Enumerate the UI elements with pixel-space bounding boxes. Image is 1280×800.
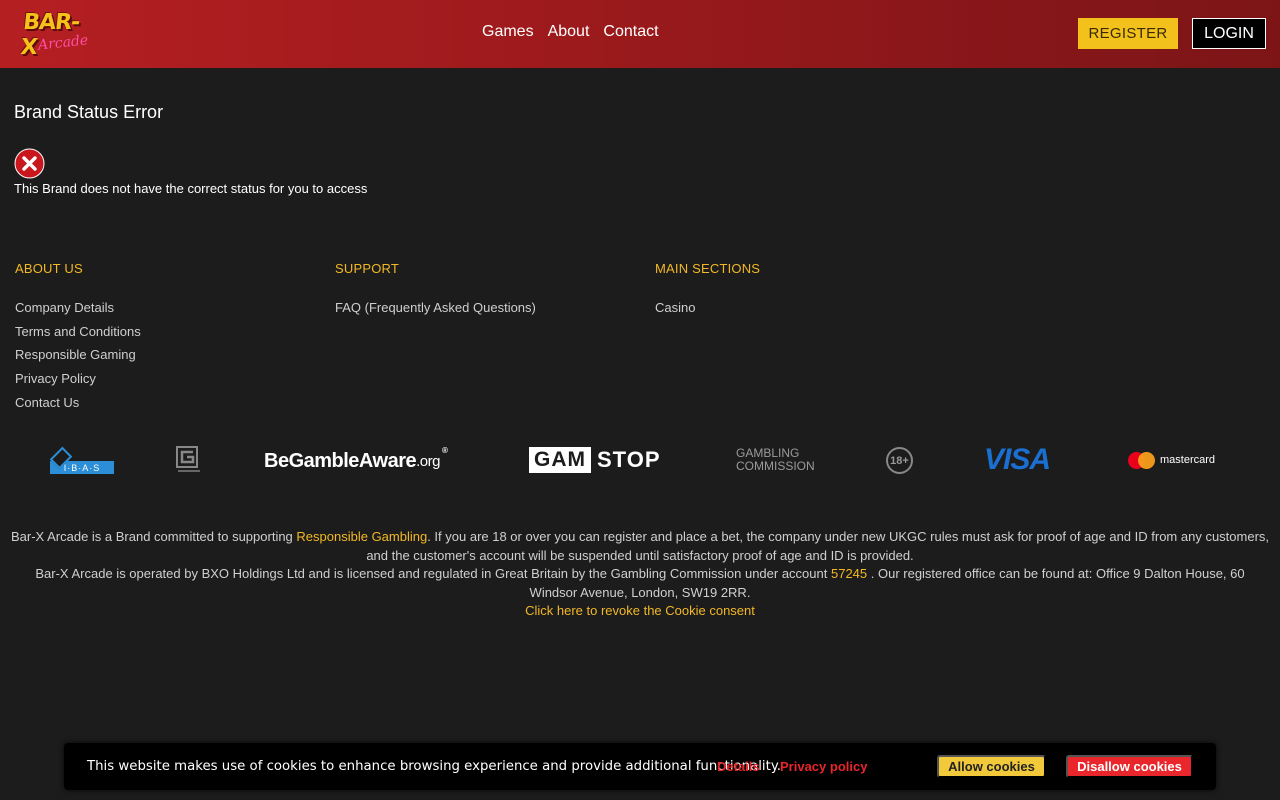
error-x-icon (14, 148, 45, 179)
footer-link-company-details[interactable]: Company Details (15, 299, 141, 323)
disclaimer-text: Bar-X Arcade is operated by BXO Holdings… (35, 566, 831, 581)
disclaimer-paragraph-2: Bar-X Arcade is operated by BXO Holdings… (10, 565, 1270, 602)
mastercard-text: mastercard (1160, 454, 1216, 466)
ibas-logo[interactable]: I·B·A·S (49, 446, 114, 474)
login-button[interactable]: LOGIN (1192, 18, 1266, 49)
nav-about[interactable]: About (548, 23, 590, 41)
footer-link-responsible-gaming[interactable]: Responsible Gaming (15, 346, 141, 370)
bga-main-text: BeGambleAware (264, 449, 417, 472)
footer-column-main-sections: MAIN SECTIONS Casino (655, 261, 760, 323)
legal-disclaimer: Bar-X Arcade is a Brand committed to sup… (10, 528, 1270, 621)
license-account-link[interactable]: 57245 (831, 566, 867, 581)
allow-cookies-button[interactable]: Allow cookies (937, 755, 1046, 778)
bga-org-text: .org (416, 452, 440, 470)
cookie-banner: This website makes use of cookies to enh… (64, 743, 1216, 790)
gambling-commission-logo[interactable]: GAMBLING COMMISSION (736, 446, 826, 474)
site-logo[interactable]: BAR-X Arcade (19, 10, 92, 60)
footer-link-terms[interactable]: Terms and Conditions (15, 323, 141, 347)
nav-contact[interactable]: Contact (603, 23, 658, 41)
footer-column-support: SUPPORT FAQ (Frequently Asked Questions) (335, 261, 536, 323)
main-nav: Games About Contact (482, 23, 659, 41)
register-button[interactable]: REGISTER (1078, 18, 1178, 49)
bga-registered-mark: ® (441, 446, 448, 455)
cookie-details-link[interactable]: Details (717, 759, 760, 774)
revoke-cookie-consent-link[interactable]: Click here to revoke the Cookie consent (525, 603, 755, 618)
footer-column-about: ABOUT US Company Details Terms and Condi… (15, 261, 141, 417)
footer-heading-support: SUPPORT (335, 261, 400, 276)
gamstop-text: STOP (597, 447, 661, 472)
disclaimer-paragraph-1: Bar-X Arcade is a Brand committed to sup… (10, 528, 1270, 565)
footer-heading-about: ABOUT US (15, 261, 83, 276)
mastercard-logo: mastercard (1128, 450, 1224, 470)
responsible-gambling-link[interactable]: Responsible Gambling (296, 529, 427, 544)
nav-games[interactable]: Games (482, 23, 534, 41)
page-title: Brand Status Error (14, 102, 164, 122)
partner-logos: I·B·A·S BeGambleAware .org ® GAM STOP GAMB… (0, 440, 1280, 480)
gamcare-logo[interactable] (176, 446, 202, 474)
cookie-message: This website makes use of cookies to enh… (87, 759, 782, 774)
gamstop-logo[interactable]: GAM STOP (529, 447, 669, 473)
site-header: BAR-X Arcade Games About Contact REGISTE… (0, 0, 1280, 68)
gamstop-box-text: GAM (529, 447, 591, 473)
disallow-cookies-button[interactable]: Disallow cookies (1066, 755, 1193, 778)
footer-heading-main-sections: MAIN SECTIONS (655, 261, 761, 276)
visa-logo: VISA (983, 443, 1051, 476)
error-message: This Brand does not have the correct sta… (14, 181, 368, 196)
footer-link-casino[interactable]: Casino (655, 299, 760, 323)
disclaimer-text: Bar-X Arcade is a Brand committed to sup… (10, 529, 297, 544)
footer-link-contact-us[interactable]: Contact Us (15, 394, 141, 418)
age-18-plus-icon: 18+ (886, 447, 913, 474)
gc-line-2: COMMISSION (736, 459, 815, 473)
footer-link-privacy-policy[interactable]: Privacy Policy (15, 370, 141, 394)
begambleaware-logo[interactable]: BeGambleAware .org ® (264, 446, 468, 476)
footer-link-faq[interactable]: FAQ (Frequently Asked Questions) (335, 299, 536, 323)
mastercard-orange-circle-icon (1138, 451, 1155, 469)
disclaimer-text: . If you are 18 or over you can register… (366, 529, 1270, 563)
cookie-privacy-policy-link[interactable]: Privacy policy (780, 759, 867, 774)
